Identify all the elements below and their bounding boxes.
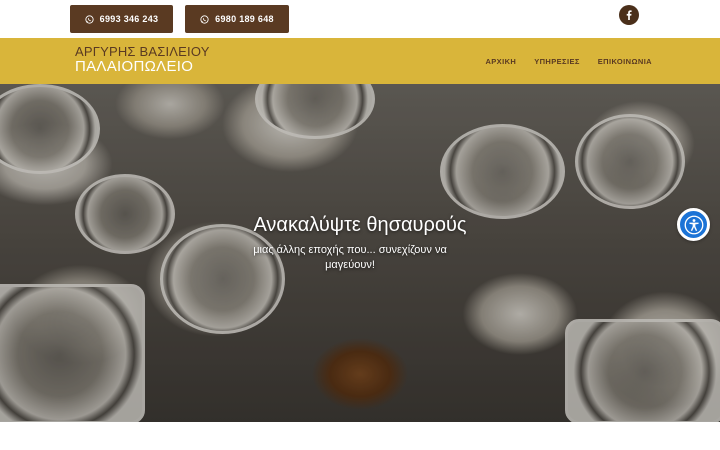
phone-button-2[interactable]: 6980 189 648 xyxy=(185,5,289,33)
nav-item-services[interactable]: ΥΠΗΡΕΣΙΕΣ xyxy=(534,57,580,66)
hero-subtitle: μιας άλλης εποχής που... συνεχίζουν να μ… xyxy=(253,244,447,271)
whatsapp-icon xyxy=(200,14,209,24)
phone-number-1: 6993 346 243 xyxy=(99,14,159,24)
main-nav: ΑΡΧΙΚΗ ΥΠΗΡΕΣΙΕΣ ΕΠΙΚΟΙΝΩΝΙΑ xyxy=(485,57,652,66)
facebook-button[interactable] xyxy=(619,5,639,25)
page-bottom-strip xyxy=(0,422,720,450)
site-header: ΑΡΓΥΡΗΣ ΒΑΣΙΛΕΙΟΥ ΠΑΛΑΙΟΠΩΛΕΙΟ ΑΡΧΙΚΗ ΥΠ… xyxy=(0,38,720,84)
nav-item-contact[interactable]: ΕΠΙΚΟΙΝΩΝΙΑ xyxy=(598,57,652,66)
facebook-icon xyxy=(626,10,632,20)
phone-button-1[interactable]: 6993 346 243 xyxy=(70,5,173,33)
brand-tagline: ΠΑΛΑΙΟΠΩΛΕΙΟ xyxy=(75,58,194,75)
whatsapp-icon xyxy=(85,14,94,24)
hero-title: Ανακαλύψτε θησαυρούς xyxy=(253,214,467,236)
phone-number-2: 6980 189 648 xyxy=(215,14,274,24)
hero-banner: Ανακαλύψτε θησαυρούς μιας άλλης εποχής π… xyxy=(0,84,720,422)
brand-name: ΑΡΓΥΡΗΣ ΒΑΣΙΛΕΙΟΥ xyxy=(75,44,210,59)
brand-logo[interactable]: ΑΡΓΥΡΗΣ ΒΑΣΙΛΕΙΟΥ ΠΑΛΑΙΟΠΩΛΕΙΟ xyxy=(75,45,210,74)
accessibility-icon xyxy=(684,215,703,234)
accessibility-button[interactable] xyxy=(677,208,710,241)
nav-item-home[interactable]: ΑΡΧΙΚΗ xyxy=(485,57,516,66)
top-bar: 6993 346 243 6980 189 648 xyxy=(0,0,720,38)
